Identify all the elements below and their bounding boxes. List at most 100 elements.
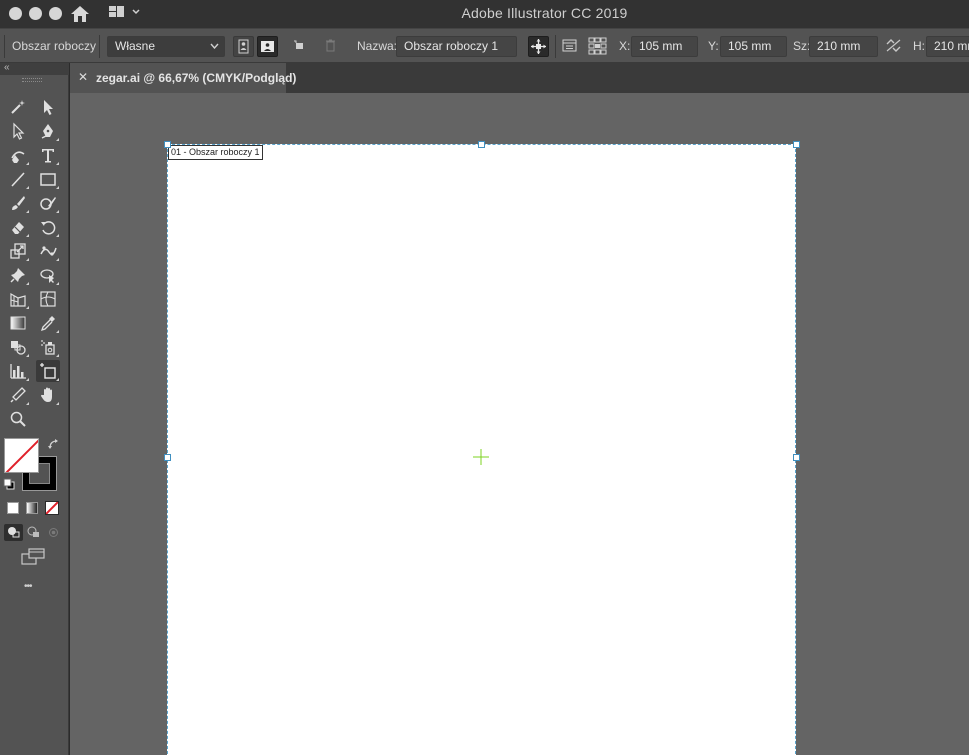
resize-handle-top-right[interactable] — [793, 141, 800, 148]
delete-artboard-button[interactable] — [321, 36, 342, 57]
hand-tool[interactable] — [36, 384, 60, 406]
control-bar: Obszar roboczy Własne Nazwa: Obszar robo… — [0, 28, 969, 63]
perspective-grid-icon — [10, 292, 26, 307]
eraser-icon — [12, 222, 24, 234]
curvature-pen-icon — [11, 151, 25, 163]
width-input[interactable]: 210 mm — [809, 36, 878, 57]
curvature-tool[interactable] — [6, 144, 30, 166]
line-icon — [11, 172, 25, 187]
type-tool[interactable] — [36, 144, 60, 166]
artboard-options-button[interactable] — [560, 36, 581, 57]
perspective-grid-tool[interactable] — [6, 288, 30, 310]
close-tab-icon[interactable]: ✕ — [78, 70, 88, 84]
type-t-icon — [42, 149, 54, 163]
magic-wand-tool[interactable] — [6, 96, 30, 118]
magnifier-icon — [10, 411, 26, 427]
document-tab[interactable]: ✕ zegar.ai @ 66,67% (CMYK/Podgląd) — [70, 63, 296, 93]
rearrange-artboards-button[interactable] — [587, 36, 608, 57]
landscape-icon — [261, 41, 274, 52]
document-tab-title: zegar.ai @ 66,67% (CMYK/Podgląd) — [96, 71, 297, 85]
canvas-area[interactable]: 01 - Obszar roboczy 1 — [70, 93, 969, 755]
artboard[interactable]: 01 - Obszar roboczy 1 — [167, 144, 796, 755]
blend-icon — [11, 341, 26, 355]
pen-tool[interactable] — [36, 120, 60, 142]
gradient-tool[interactable] — [6, 312, 30, 334]
symbol-sprayer-tool[interactable] — [36, 336, 60, 358]
eyedropper-tool[interactable] — [36, 312, 60, 334]
draw-inside-button[interactable] — [44, 524, 63, 541]
default-fill-stroke-icon[interactable] — [3, 478, 15, 490]
height-input[interactable]: 210 mm — [926, 36, 969, 57]
grid-icon — [588, 37, 607, 55]
shape-builder-tool[interactable] — [36, 264, 60, 286]
puppet-warp-icon — [40, 246, 57, 256]
draw-behind-icon — [27, 526, 39, 537]
column-graph-tool[interactable] — [6, 360, 30, 382]
shape-builder-icon — [40, 269, 54, 283]
move-artwork-icon — [531, 39, 546, 54]
collapse-panel-icon[interactable]: « — [4, 62, 10, 73]
mesh-tool[interactable] — [36, 288, 60, 310]
rectangle-tool[interactable] — [36, 168, 60, 190]
draw-behind-button[interactable] — [24, 524, 43, 541]
paintbrush-tool[interactable] — [6, 192, 30, 214]
zoom-tool[interactable] — [6, 408, 30, 430]
selection-tool[interactable] — [36, 96, 60, 118]
eraser-tool[interactable] — [6, 216, 30, 238]
app-title: Adobe Illustrator CC 2019 — [461, 5, 628, 21]
paintbrush-icon — [12, 196, 25, 210]
direct-selection-tool[interactable] — [6, 120, 30, 142]
rotate-icon — [41, 221, 56, 235]
artboard-tool[interactable] — [36, 360, 60, 382]
resize-handle-top-left[interactable] — [164, 141, 171, 148]
artboard-name-label[interactable]: 01 - Obszar roboczy 1 — [168, 145, 263, 160]
color-mode-button[interactable] — [7, 502, 19, 514]
slice-tool[interactable] — [6, 384, 30, 406]
draw-inside-icon — [49, 528, 58, 537]
shaper-icon — [40, 197, 56, 210]
hand-icon — [41, 387, 52, 402]
rectangle-icon — [40, 173, 56, 186]
none-mode-button[interactable] — [45, 501, 59, 515]
screen-mode-icon[interactable] — [21, 548, 46, 566]
scale-tool[interactable] — [6, 240, 30, 262]
draw-normal-button[interactable] — [4, 524, 23, 541]
x-label: X: — [619, 39, 631, 53]
fill-swatch[interactable] — [4, 438, 39, 473]
puppet-warp-tool[interactable] — [36, 240, 60, 262]
move-copy-artwork-button[interactable] — [528, 36, 549, 57]
pin-tool[interactable] — [6, 264, 30, 286]
constrain-proportions-button[interactable] — [884, 36, 905, 57]
line-segment-tool[interactable] — [6, 168, 30, 190]
panel-grip[interactable] — [22, 78, 42, 82]
landscape-button[interactable] — [257, 36, 278, 57]
artboard-name-input[interactable]: Obszar roboczy 1 — [396, 36, 517, 57]
height-label: H: — [913, 39, 925, 53]
tools-panel: « ••• — [0, 62, 69, 755]
magic-wand-icon — [11, 100, 25, 114]
resize-handle-middle-right[interactable] — [793, 454, 800, 461]
resize-handle-middle-left[interactable] — [164, 454, 171, 461]
blend-tool[interactable] — [6, 336, 30, 358]
column-graph-icon — [10, 364, 26, 379]
artboard-preset-select[interactable]: Własne — [107, 36, 225, 57]
new-artboard-button[interactable] — [290, 36, 311, 57]
trash-icon — [326, 39, 335, 52]
chain-link-icon — [886, 39, 901, 52]
portrait-button[interactable] — [233, 36, 254, 57]
x-position-input[interactable]: 105 mm — [631, 36, 698, 57]
y-label: Y: — [708, 39, 719, 53]
artboard-center-mark — [473, 449, 489, 465]
shaper-tool[interactable] — [36, 192, 60, 214]
name-label: Nazwa: — [357, 39, 398, 53]
new-artboard-icon — [294, 40, 303, 49]
slice-knife-icon — [10, 387, 26, 403]
rotate-tool[interactable] — [36, 216, 60, 238]
swap-fill-stroke-icon[interactable] — [47, 438, 60, 451]
title-bar: Adobe Illustrator CC 2019 — [0, 0, 969, 28]
artboard-options-icon — [562, 39, 577, 52]
y-position-input[interactable]: 105 mm — [720, 36, 787, 57]
resize-handle-top-center[interactable] — [478, 141, 485, 148]
edit-toolbar-button[interactable]: ••• — [24, 581, 32, 592]
gradient-mode-button[interactable] — [26, 502, 38, 514]
